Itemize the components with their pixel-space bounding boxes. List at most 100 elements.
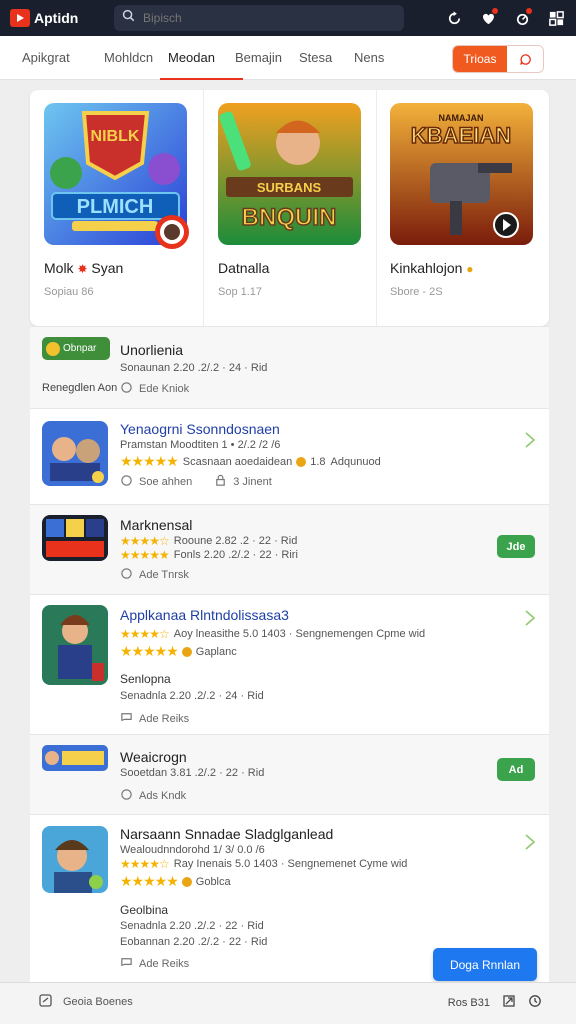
list-item[interactable]: Applkanaa Rlntndolissasa3 ★★★★☆ Aoy lnea… <box>30 594 549 734</box>
app-name: Aptidn <box>34 10 79 26</box>
item-info: Sooetdan 3.81 .2/.2 · 22 · Rid <box>120 767 265 779</box>
bottom-right-label[interactable]: Ros B31 <box>448 997 490 1009</box>
app-icon <box>42 421 108 486</box>
item-subtitle: Geolbina <box>120 903 169 917</box>
heart-badge <box>492 8 498 14</box>
item-title: Narsaann Snnadae Sladglganlead <box>120 826 334 842</box>
clock-icon[interactable] <box>528 994 542 1011</box>
tab-bemajin[interactable]: Bemajin <box>235 36 299 80</box>
coin-icon <box>181 876 192 887</box>
clipboard-icon[interactable] <box>38 993 53 1011</box>
coin-icon <box>296 456 307 467</box>
primary-button[interactable]: Trioas <box>453 46 507 72</box>
app-icon <box>42 745 108 771</box>
user-icon <box>120 381 133 397</box>
art-top-text: SURBANS <box>257 180 322 195</box>
get-button[interactable]: Jde <box>497 535 535 558</box>
item-info-3: Senadnla 2.20 .2/.2 · 22 · Rid <box>120 920 264 932</box>
item-meta: Ede Kniok <box>139 383 190 395</box>
app-icon <box>42 515 108 561</box>
bottom-bar: Geoia Boenes Ros B31 <box>0 982 576 1024</box>
coin-icon <box>181 646 192 657</box>
item-info: Sonaunan 2.20 .2/.2 · 24 · Rid <box>120 362 268 374</box>
tab-meodan[interactable]: Meodan <box>160 36 243 80</box>
tab-mohldcn[interactable]: Mohldcn <box>104 36 168 80</box>
list-item[interactable]: Yenaogrni Ssonndosnaen Pramstan Moodtite… <box>30 408 549 504</box>
tab-stesa[interactable]: Stesa <box>299 36 354 80</box>
rating-suffix: Adqunuod <box>330 455 381 468</box>
item-info-2: Ray Inenais 5.0 1403 · Sengnemenet Cyme … <box>173 858 408 870</box>
tab-apikgrat[interactable]: Apikgrat <box>22 36 104 80</box>
item-info: Pramstan Moodtiten 1 • 2/.2 /2 /6 <box>120 439 281 451</box>
coin-icon: ● <box>466 262 474 276</box>
art-top-text: NAMAJAN <box>439 113 484 123</box>
item-subtitle: Senlopna <box>120 672 171 686</box>
item-category: Renegdlen Aon <box>42 382 118 394</box>
item-meta: Ade Reiks <box>139 713 190 725</box>
featured-subtitle: Sopiau 86 <box>44 286 94 298</box>
art-title-text: BNQUIN <box>242 204 337 231</box>
item-title: Marknensal <box>120 517 193 533</box>
game-artwork: SURBANS BNQUIN <box>218 103 361 245</box>
app-list: Obnpar Unorlienia Sonaunan 2.20 .2/.2 · … <box>30 326 549 982</box>
featured-subtitle: Sop 1.17 <box>218 286 263 298</box>
share-icon[interactable] <box>502 994 516 1011</box>
featured-subtitle: Sbore - 2S <box>390 286 443 298</box>
search-input[interactable] <box>143 11 373 25</box>
top-bar: Aptidn <box>0 0 576 36</box>
item-meta: Ade Reiks <box>139 958 190 970</box>
featured-card[interactable]: SURBANS BNQUIN Datnalla Sop 1.17 <box>203 90 376 326</box>
item-info: Aoy lneasithe 5.0 1403 · Sengnemengen Cp… <box>173 628 426 640</box>
item-title: Weaicrogn <box>120 749 187 765</box>
refresh-icon[interactable] <box>444 8 464 28</box>
app-icon <box>42 826 108 893</box>
user-icon <box>120 474 133 490</box>
user-icon <box>120 567 133 583</box>
fire-icon: ✸ <box>77 262 88 276</box>
chevron-right-icon[interactable] <box>523 609 537 627</box>
chevron-right-icon[interactable] <box>523 833 537 851</box>
featured-card[interactable]: NAMAJAN KBAEIAN Kinkahlojon ● Sbore - 2S <box>376 90 549 326</box>
fire-icon <box>152 212 192 252</box>
game-artwork: NAMAJAN KBAEIAN <box>390 103 533 245</box>
rating-value: 1.8 <box>310 455 326 468</box>
chat-icon[interactable] <box>507 46 543 72</box>
bottom-left-label[interactable]: Geoia Boenes <box>63 996 133 1008</box>
featured-title: Kinkahlojon <box>390 260 463 276</box>
notification-badge <box>526 8 532 14</box>
item-info-2: Senadnla 2.20 .2/.2 · 24 · Rid <box>120 690 264 702</box>
app-logo[interactable]: Aptidn <box>10 9 114 27</box>
art-top-text: NIBLK <box>91 128 140 145</box>
list-item[interactable]: Obnpar Unorlienia Sonaunan 2.20 .2/.2 · … <box>30 326 549 408</box>
item-meta-2: 3 Jinent <box>233 476 272 488</box>
tab-nens[interactable]: Nens <box>354 36 384 80</box>
comment-icon <box>120 711 133 727</box>
app-icon <box>42 605 108 685</box>
art-title-text: KBAEIAN <box>411 123 511 148</box>
chevron-right-icon[interactable] <box>523 431 537 449</box>
art-title-text: PLMICH <box>77 196 154 218</box>
search-bar[interactable] <box>114 5 404 31</box>
tag-badge: Obnpar <box>42 337 110 360</box>
rating-text: Goblca <box>195 875 231 888</box>
item-meta: Ads Kndk <box>139 790 187 802</box>
item-info-2: Fonls 2.20 .2/.2 · 22 · Riri <box>173 549 298 561</box>
notification-icon[interactable] <box>512 8 532 28</box>
item-info: Wealoudnndorohd 1/ 3/ 0.0 /6 <box>120 844 265 856</box>
list-item[interactable]: Marknensal ★★★★☆ Rooune 2.82 .2 · 22 · R… <box>30 504 549 594</box>
lock-icon <box>214 474 227 490</box>
item-title: Applkanaa Rlntndolissasa3 <box>120 607 289 623</box>
heart-icon[interactable] <box>478 8 498 28</box>
list-item[interactable]: Weaicrogn Sooetdan 3.81 .2/.2 · 22 · Rid… <box>30 734 549 814</box>
floating-action-button[interactable]: Doga Rnnlan <box>433 948 537 981</box>
item-title: Unorlienia <box>120 342 184 358</box>
item-meta: Soe ahhen <box>139 476 193 488</box>
rating-text: Scasnaan aoedaidean <box>182 455 293 468</box>
grid-icon[interactable] <box>546 8 566 28</box>
category-tabs: Apikgrat Mohldcn Meodan Bemajin Stesa Ne… <box>0 36 576 80</box>
get-button[interactable]: Ad <box>497 758 535 781</box>
search-icon <box>122 9 135 27</box>
item-info-4: Eobannan 2.20 .2/.2 · 22 · Rid <box>120 936 268 948</box>
item-info: Rooune 2.82 .2 · 22 · Rid <box>173 535 298 547</box>
featured-card[interactable]: NIBLK PLMICH Molk ✸ Syan Sopiau 86 <box>30 90 203 326</box>
